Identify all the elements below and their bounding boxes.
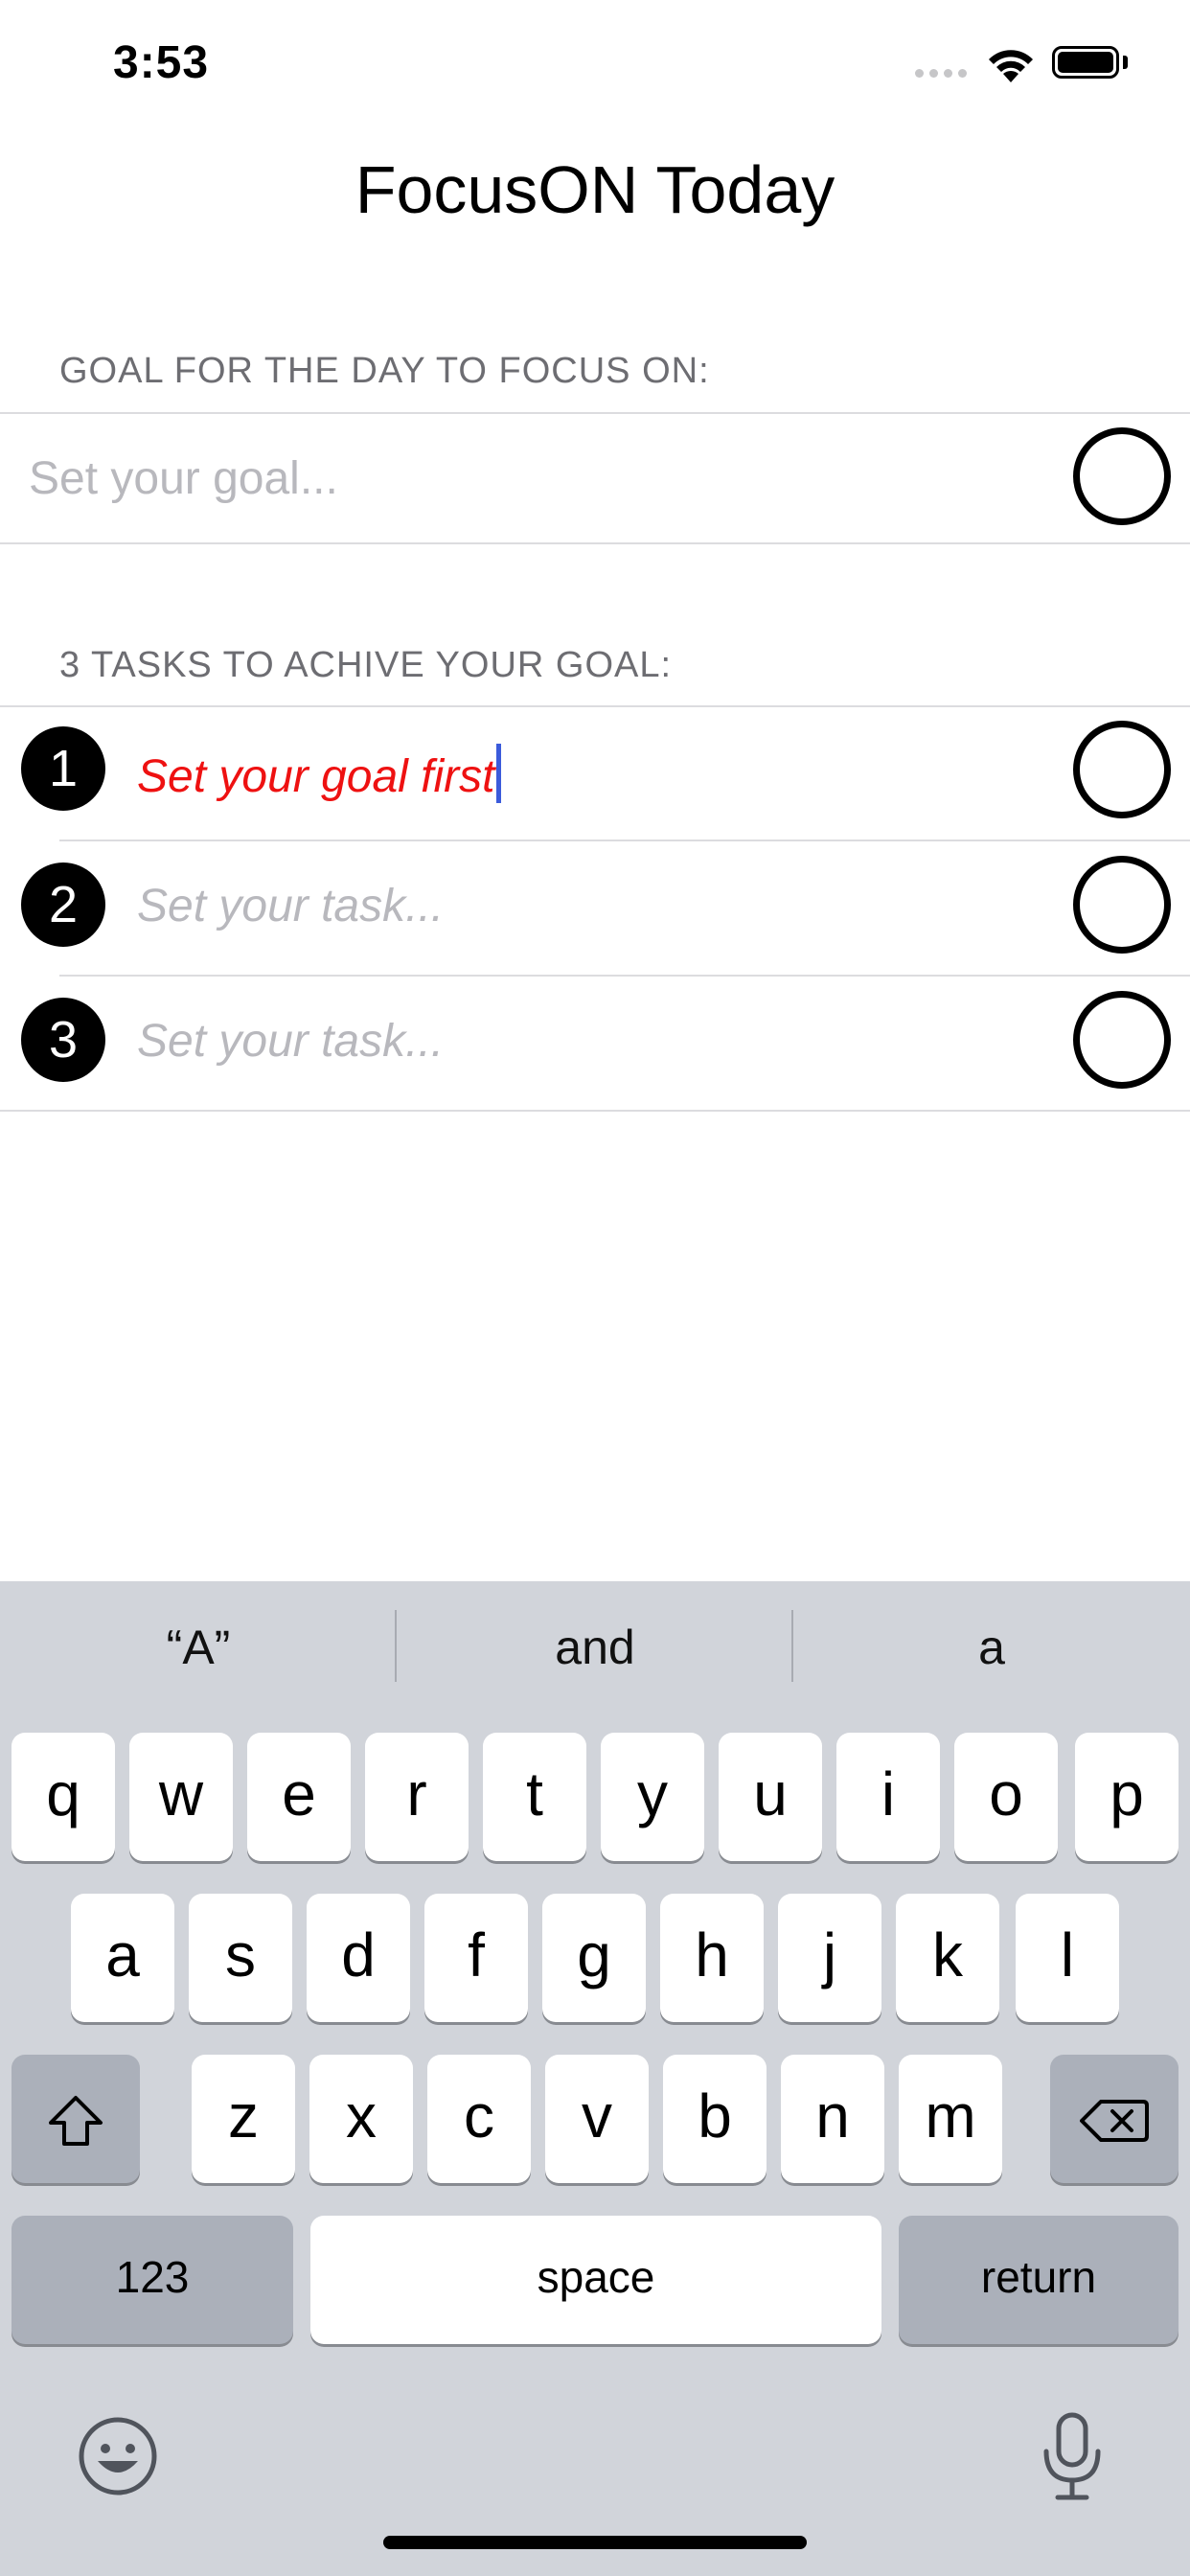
key-c[interactable]: c [427,2055,531,2183]
delete-key[interactable] [1050,2055,1179,2183]
key-i[interactable]: i [836,1733,940,1861]
tasks-section-header: 3 TASKS TO ACHIVE YOUR GOAL: [59,645,673,685]
emoji-icon[interactable] [77,2415,159,2497]
task-2-input[interactable]: Set your task... [137,880,444,932]
key-g[interactable]: g [542,1894,646,2022]
key-y[interactable]: y [601,1733,704,1861]
backspace-icon [1080,2100,1149,2143]
text-caret [495,744,501,803]
task-1-input[interactable]: Set your goal first [137,744,501,803]
divider [0,1110,1190,1112]
return-key[interactable]: return [899,2216,1179,2344]
shift-icon [49,2096,103,2147]
divider [0,705,1190,707]
home-indicator [383,2536,807,2549]
task-2-complete-toggle[interactable] [1073,856,1171,954]
key-o[interactable]: o [954,1733,1058,1861]
cellular-signal-icon [915,65,973,82]
divider [59,975,1190,977]
key-h[interactable]: h [660,1894,764,2022]
divider [59,840,1190,841]
key-f[interactable]: f [424,1894,528,2022]
task-1-error-text: Set your goal first [137,751,495,802]
key-a[interactable]: a [71,1894,174,2022]
suggestion-3[interactable]: a [793,1620,1190,1675]
microphone-icon[interactable] [1041,2411,1104,2503]
key-e[interactable]: e [247,1733,351,1861]
suggestion-1[interactable]: “A” [0,1620,397,1675]
task-3-input[interactable]: Set your task... [137,1015,444,1068]
space-key[interactable]: space [310,2216,881,2344]
task-number-badge: 3 [21,998,105,1082]
divider [0,412,1190,414]
key-j[interactable]: j [778,1894,881,2022]
battery-cap [1123,56,1128,69]
goal-complete-toggle[interactable] [1073,427,1171,525]
task-1-complete-toggle[interactable] [1073,721,1171,818]
key-b[interactable]: b [663,2055,767,2183]
goal-section-header: GOAL FOR THE DAY TO FOCUS ON: [59,351,710,391]
key-z[interactable]: z [192,2055,295,2183]
shift-key[interactable] [11,2055,140,2183]
key-l[interactable]: l [1016,1894,1119,2022]
wifi-icon [989,50,1033,82]
battery-icon [1052,46,1119,79]
key-s[interactable]: s [189,1894,292,2022]
key-q[interactable]: q [11,1733,115,1861]
task-3-complete-toggle[interactable] [1073,991,1171,1089]
goal-input[interactable]: Set your goal... [29,452,338,505]
key-x[interactable]: x [309,2055,413,2183]
key-r[interactable]: r [365,1733,469,1861]
page-title: FocusON Today [355,152,835,227]
key-d[interactable]: d [307,1894,410,2022]
key-v[interactable]: v [545,2055,649,2183]
divider [0,542,1190,544]
suggestion-2[interactable]: and [397,1620,793,1675]
key-t[interactable]: t [483,1733,586,1861]
numbers-key[interactable]: 123 [11,2216,293,2344]
key-w[interactable]: w [129,1733,233,1861]
key-p[interactable]: p [1075,1733,1179,1861]
key-k[interactable]: k [896,1894,999,2022]
key-m[interactable]: m [899,2055,1002,2183]
task-number-badge: 1 [21,726,105,811]
task-number-badge: 2 [21,862,105,947]
key-u[interactable]: u [719,1733,822,1861]
key-n[interactable]: n [781,2055,884,2183]
status-time: 3:53 [113,37,210,88]
